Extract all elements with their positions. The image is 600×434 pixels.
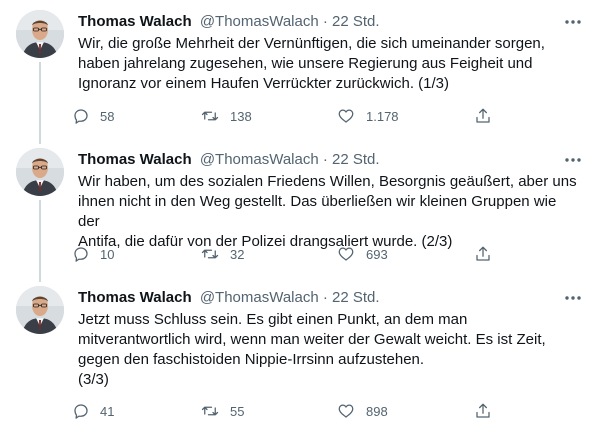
like-button[interactable]: 693 <box>336 243 388 265</box>
reply-icon <box>74 404 88 419</box>
thread-connector-line <box>39 200 41 282</box>
reply-button[interactable]: 41 <box>72 400 114 422</box>
avatar[interactable] <box>16 148 64 196</box>
tweet-3[interactable]: Thomas Walach @ThomasWalach · 22 Std. Je… <box>0 276 600 434</box>
author-name[interactable]: Thomas Walach <box>78 13 192 30</box>
heart-icon <box>338 247 354 261</box>
retweet-button[interactable]: 138 <box>200 105 252 127</box>
like-count: 898 <box>366 403 388 419</box>
tweet-header: Thomas Walach @ThomasWalach · 22 Std. <box>78 12 380 32</box>
reply-count: 10 <box>100 246 115 262</box>
avatar[interactable] <box>16 286 64 334</box>
thread-connector-line <box>39 62 41 144</box>
share-button[interactable] <box>474 105 492 127</box>
tweet-actions: 58 138 1.178 <box>72 105 512 127</box>
retweet-button[interactable]: 32 <box>200 243 244 265</box>
more-horizontal-icon <box>565 158 581 162</box>
reply-count: 41 <box>100 403 115 419</box>
timestamp[interactable]: 22 Std. <box>332 289 380 306</box>
more-horizontal-icon <box>565 20 581 24</box>
more-horizontal-icon <box>565 296 581 300</box>
tweet-text: Wir, die große Mehrheit der Vernünftigen… <box>78 35 545 92</box>
reply-button[interactable]: 58 <box>72 105 114 127</box>
timestamp[interactable]: 22 Std. <box>332 13 380 30</box>
retweet-count: 32 <box>230 246 245 262</box>
share-icon <box>476 108 490 123</box>
retweet-button[interactable]: 55 <box>200 400 244 422</box>
retweet-icon <box>201 111 219 121</box>
reply-button[interactable]: 10 <box>72 243 114 265</box>
share-button[interactable] <box>474 243 492 265</box>
tweet-thread: Thomas Walach @ThomasWalach · 22 Std. Wi… <box>0 0 600 434</box>
author-handle[interactable]: @ThomasWalach <box>200 151 319 168</box>
tweet-actions: 41 55 898 <box>72 400 512 422</box>
author-name[interactable]: Thomas Walach <box>78 151 192 168</box>
heart-icon <box>338 109 354 123</box>
tweet-header: Thomas Walach @ThomasWalach · 22 Std. <box>78 288 380 308</box>
avatar[interactable] <box>16 10 64 58</box>
more-options-button[interactable] <box>562 150 584 170</box>
like-count: 1.178 <box>366 108 399 124</box>
avatar-portrait <box>16 148 64 196</box>
share-icon <box>476 246 490 261</box>
author-handle[interactable]: @ThomasWalach <box>200 289 319 306</box>
share-button[interactable] <box>474 400 492 422</box>
like-count: 693 <box>366 246 388 262</box>
separator-dot: · <box>322 13 328 30</box>
retweet-count: 138 <box>230 108 252 124</box>
separator-dot: · <box>322 151 328 168</box>
avatar-portrait <box>16 10 64 58</box>
tweet-header: Thomas Walach @ThomasWalach · 22 Std. <box>78 150 380 170</box>
separator-dot: · <box>322 289 328 306</box>
share-icon <box>476 403 490 418</box>
retweet-icon <box>201 249 219 259</box>
reply-icon <box>74 247 88 262</box>
tweet-text: Jetzt muss Schluss sein. Es gibt einen P… <box>78 311 546 388</box>
like-button[interactable]: 1.178 <box>336 105 399 127</box>
reply-count: 58 <box>100 108 115 124</box>
more-options-button[interactable] <box>562 288 584 308</box>
more-options-button[interactable] <box>562 12 584 32</box>
tweet-1[interactable]: Thomas Walach @ThomasWalach · 22 Std. Wi… <box>0 0 600 144</box>
heart-icon <box>338 404 354 418</box>
avatar-portrait <box>16 286 64 334</box>
reply-icon <box>74 109 88 124</box>
retweet-count: 55 <box>230 403 245 419</box>
retweet-icon <box>201 406 219 416</box>
timestamp[interactable]: 22 Std. <box>332 151 380 168</box>
tweet-actions: 10 32 693 <box>72 243 512 265</box>
like-button[interactable]: 898 <box>336 400 388 422</box>
tweet-2[interactable]: Thomas Walach @ThomasWalach · 22 Std. Wi… <box>0 138 600 282</box>
author-handle[interactable]: @ThomasWalach <box>200 13 319 30</box>
tweet-text: Wir haben, um des sozialen Friedens Will… <box>78 173 577 250</box>
author-name[interactable]: Thomas Walach <box>78 289 192 306</box>
